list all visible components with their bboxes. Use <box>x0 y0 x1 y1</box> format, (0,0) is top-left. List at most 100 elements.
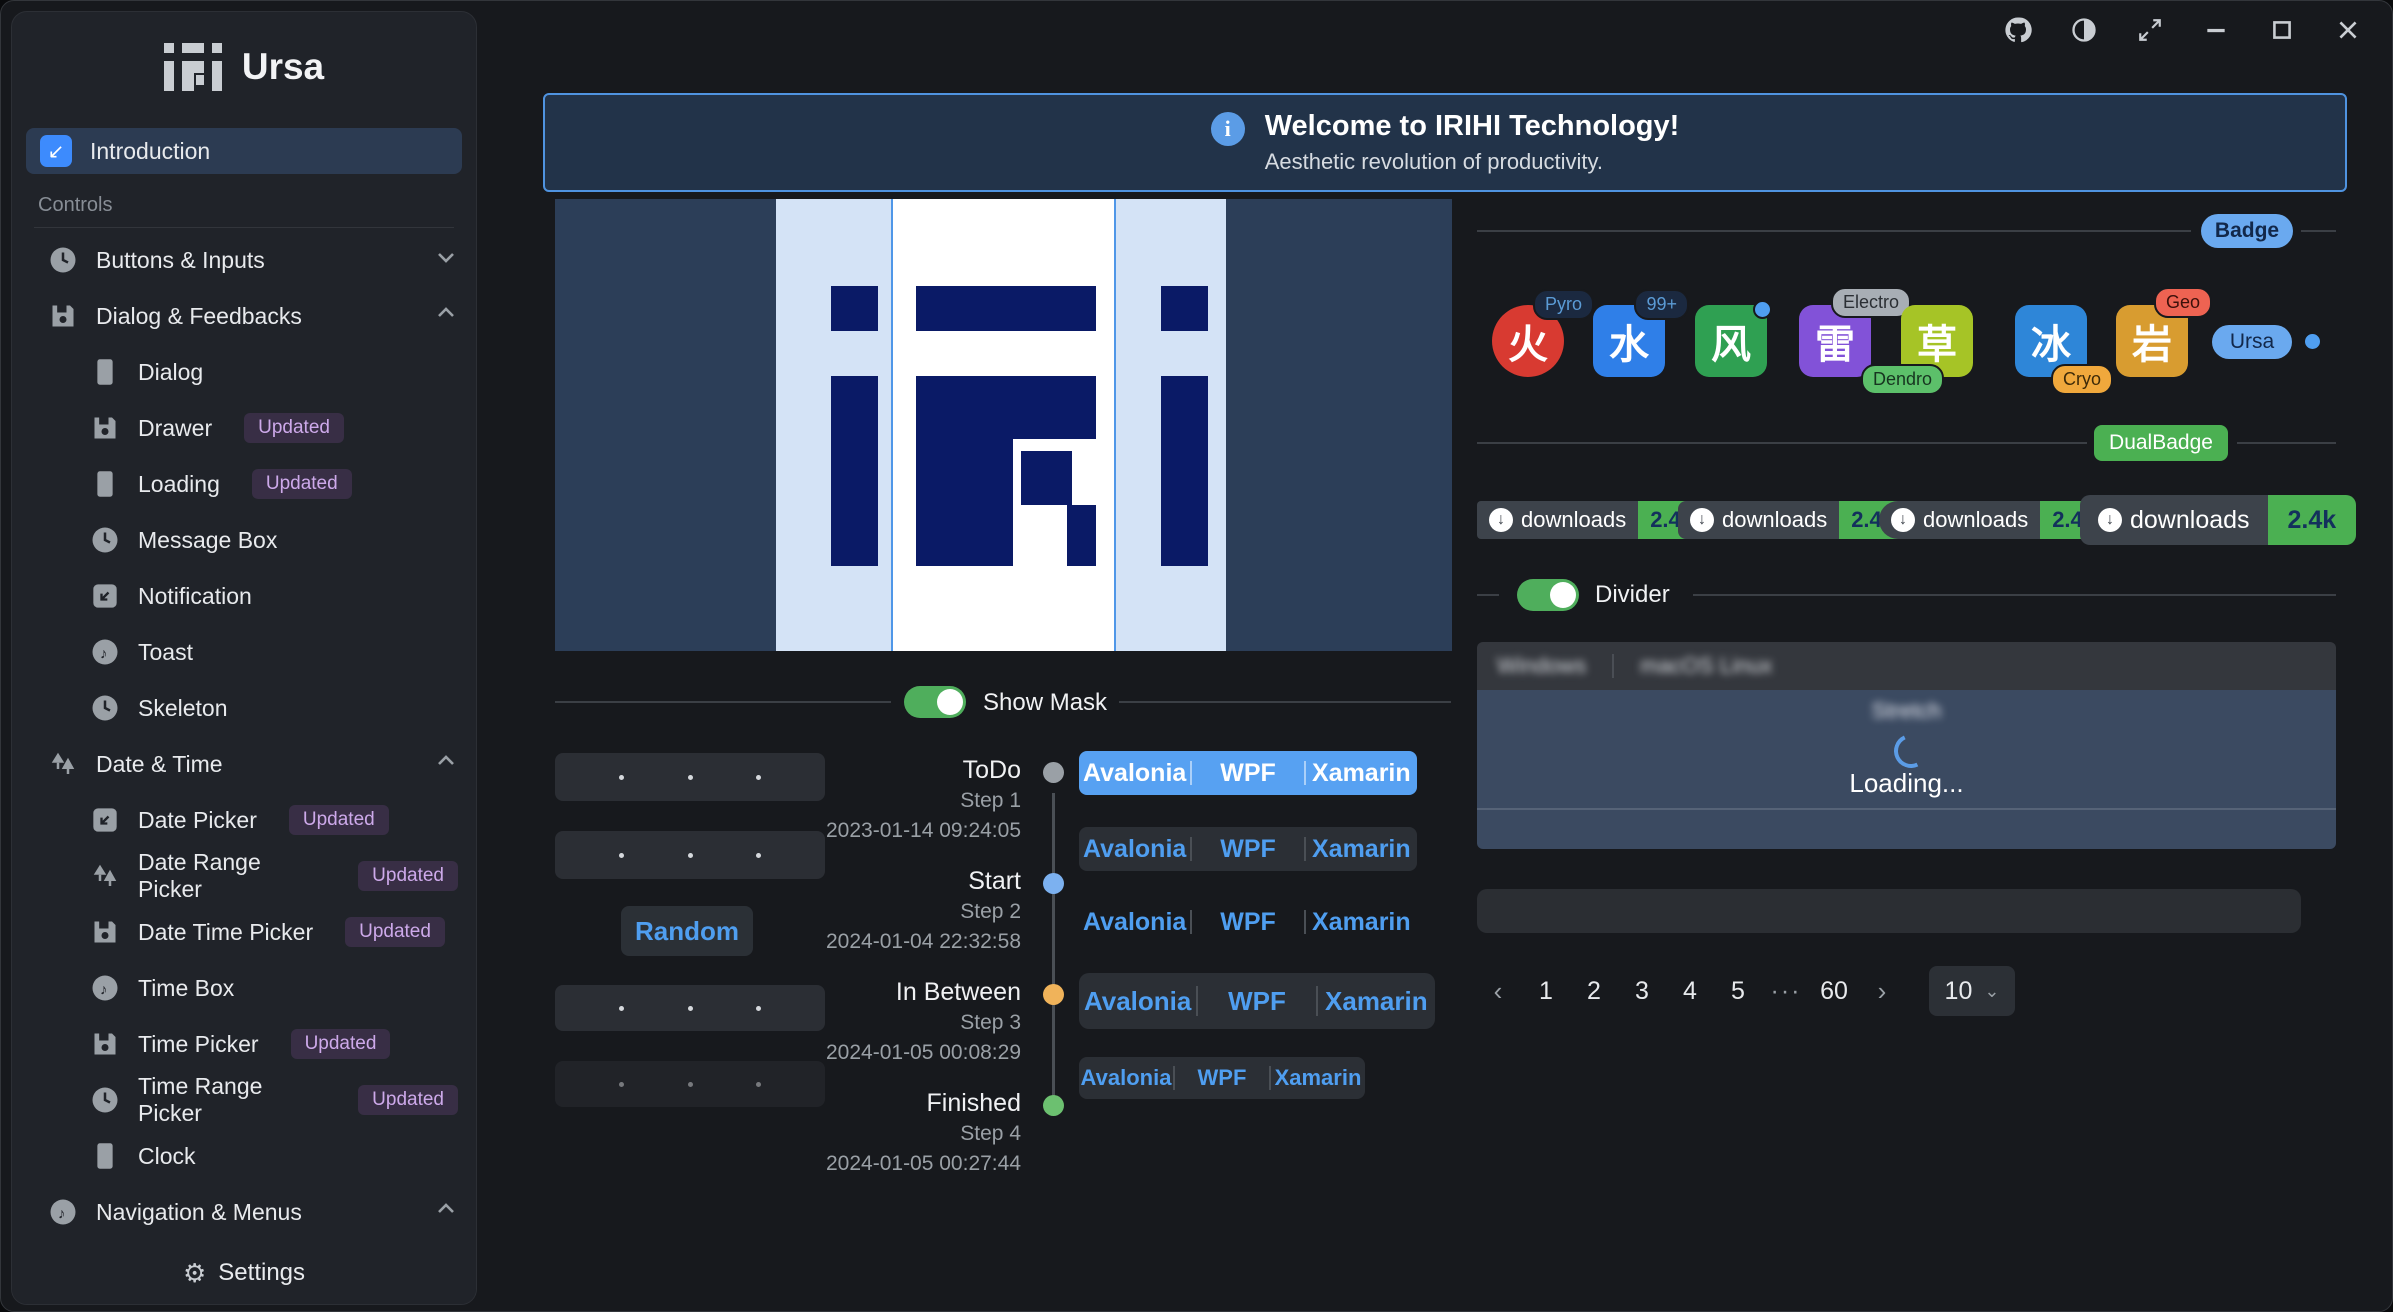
divider <box>34 227 454 228</box>
divider <box>1119 701 1451 703</box>
sidebar-item-label: Introduction <box>90 138 210 165</box>
sidebar-item-loading[interactable]: Loading Updated <box>12 456 476 512</box>
maximize-icon[interactable] <box>2260 10 2304 50</box>
sidebar-item-buttons-inputs[interactable]: Buttons & Inputs <box>12 232 476 288</box>
button-group-ghost[interactable]: Avalonia WPF Xamarin <box>1079 901 1417 943</box>
page-button[interactable]: 1 <box>1529 971 1563 1012</box>
show-mask-toggle[interactable] <box>904 686 966 718</box>
platform-button[interactable]: Avalonia <box>1079 835 1190 864</box>
minimize-icon[interactable] <box>2194 10 2238 50</box>
app-logo: Ursa <box>12 12 476 122</box>
updated-badge: Updated <box>244 413 344 443</box>
next-page-button[interactable]: › <box>1865 970 1899 1013</box>
arrow-square-icon: ↙ <box>40 135 72 167</box>
dualbadge-divider-label: DualBadge <box>2094 425 2228 461</box>
random-button[interactable]: Random <box>621 906 753 956</box>
badge-dendro: Dendro <box>1861 364 1944 395</box>
floppy-icon <box>90 1029 120 1059</box>
downloads-badge: ↓ downloads 2.4k <box>1879 501 2107 539</box>
page-button[interactable]: 60 <box>1817 971 1851 1012</box>
step-dot-start <box>1043 873 1064 894</box>
github-icon[interactable] <box>1996 10 2040 50</box>
platform-button[interactable]: WPF <box>1192 835 1303 864</box>
platform-button[interactable]: Xamarin <box>1306 759 1417 788</box>
page-button[interactable]: 3 <box>1625 971 1659 1012</box>
sidebar-item-skeleton[interactable]: Skeleton <box>12 680 476 736</box>
platform-button[interactable]: WPF <box>1192 759 1303 788</box>
platform-button[interactable]: WPF <box>1175 1065 1269 1091</box>
chevron-down-icon <box>434 245 458 275</box>
sidebar-item-dialog[interactable]: Dialog <box>12 344 476 400</box>
sidebar-item-date-range-picker[interactable]: Date Range Picker Updated <box>12 848 476 904</box>
sidebar-item-label: Message Box <box>138 527 277 554</box>
sidebar-item-time-range-picker[interactable]: Time Range Picker Updated <box>12 1072 476 1128</box>
sidebar-item-label: Navigation & Menus <box>96 1199 302 1226</box>
sidebar-item-date-picker[interactable]: Date Picker Updated <box>12 792 476 848</box>
downloads-label: downloads <box>1722 507 1827 533</box>
badge-tile-geo: 岩 Geo <box>2116 305 2188 377</box>
sidebar-item-label: Buttons & Inputs <box>96 247 265 274</box>
platform-button[interactable]: Avalonia <box>1079 759 1190 788</box>
button-group-dark[interactable]: Avalonia WPF Xamarin <box>1079 827 1417 871</box>
platform-button[interactable]: Xamarin <box>1318 986 1435 1017</box>
sidebar-item-notification[interactable]: Notification <box>12 568 476 624</box>
tab-strip: Windows macOS Linux <box>1477 642 2336 690</box>
platform-button[interactable]: Xamarin <box>1306 908 1417 937</box>
button-group-solid[interactable]: Avalonia WPF Xamarin <box>1079 751 1417 795</box>
page-button[interactable]: 5 <box>1721 971 1755 1012</box>
platform-button[interactable]: WPF <box>1192 908 1303 937</box>
sidebar-item-toast[interactable]: ♪ Toast <box>12 624 476 680</box>
trees-icon <box>48 749 78 779</box>
page-size-select[interactable]: 10 ⌄ <box>1929 966 2015 1016</box>
tile-char: 冰 <box>2031 312 2071 370</box>
timeline-line <box>1052 793 1055 1113</box>
button-group-large[interactable]: Avalonia WPF Xamarin <box>1079 973 1435 1029</box>
sidebar-item-clock[interactable]: Clock <box>12 1128 476 1184</box>
page-button[interactable]: 4 <box>1673 971 1707 1012</box>
note-icon: ♪ <box>48 1197 78 1227</box>
step-title: Finished <box>771 1089 1021 1118</box>
tile-char: 草 <box>1917 312 1957 370</box>
sidebar-group-label: Controls <box>12 178 476 227</box>
fullscreen-icon[interactable] <box>2128 10 2172 50</box>
divider-toggle[interactable] <box>1517 579 1579 611</box>
prev-page-button[interactable]: ‹ <box>1481 970 1515 1013</box>
chevron-up-icon <box>434 301 458 331</box>
button-group-small[interactable]: Avalonia WPF Xamarin <box>1079 1057 1365 1099</box>
divider <box>555 701 891 703</box>
platform-button[interactable]: Avalonia <box>1079 986 1196 1017</box>
platform-button[interactable]: WPF <box>1198 986 1315 1017</box>
sidebar-item-time-box[interactable]: ♪ Time Box <box>12 960 476 1016</box>
text-input[interactable] <box>1477 889 2301 933</box>
step-title: In Between <box>771 978 1021 1007</box>
downloads-count: 2.4k <box>2268 495 2357 545</box>
settings-button[interactable]: ⚙ Settings <box>12 1242 476 1304</box>
theme-toggle-icon[interactable] <box>2062 10 2106 50</box>
platform-button[interactable]: Avalonia <box>1079 1065 1173 1091</box>
downloads-label: downloads <box>1923 507 2028 533</box>
sidebar-item-date-time-picker[interactable]: Date Time Picker Updated <box>12 904 476 960</box>
sidebar-item-drawer[interactable]: Drawer Updated <box>12 400 476 456</box>
platform-button[interactable]: Xamarin <box>1306 835 1417 864</box>
banner-subtitle: Aesthetic revolution of productivity. <box>1265 149 1680 175</box>
sidebar-item-message-box[interactable]: Message Box <box>12 512 476 568</box>
tab-windows[interactable]: Windows <box>1497 653 1586 679</box>
platform-button[interactable]: Xamarin <box>1271 1065 1365 1091</box>
downloads-badge: ↓ downloads 2.4k <box>1477 501 1705 539</box>
sidebar-item-dialog-feedbacks[interactable]: Dialog & Feedbacks <box>12 288 476 344</box>
close-icon[interactable] <box>2326 10 2370 50</box>
platform-button[interactable]: Avalonia <box>1079 908 1190 937</box>
badge-divider-label: Badge <box>2201 214 2293 248</box>
sidebar-item-introduction[interactable]: ↙ Introduction <box>26 128 462 174</box>
page-button[interactable]: 2 <box>1577 971 1611 1012</box>
settings-label: Settings <box>218 1259 305 1287</box>
updated-badge: Updated <box>252 469 352 499</box>
chevron-up-icon <box>434 749 458 779</box>
irihi-logo-mask-demo <box>555 199 1452 651</box>
downloads-badge-large: ↓ downloads 2.4k <box>2080 495 2356 545</box>
step-title: Start <box>771 867 1021 896</box>
sidebar-item-navigation-menus[interactable]: ♪ Navigation & Menus <box>12 1184 476 1240</box>
sidebar-item-date-time[interactable]: Date & Time <box>12 736 476 792</box>
sidebar-item-time-picker[interactable]: Time Picker Updated <box>12 1016 476 1072</box>
tab-macos-linux[interactable]: macOS Linux <box>1640 653 1772 679</box>
